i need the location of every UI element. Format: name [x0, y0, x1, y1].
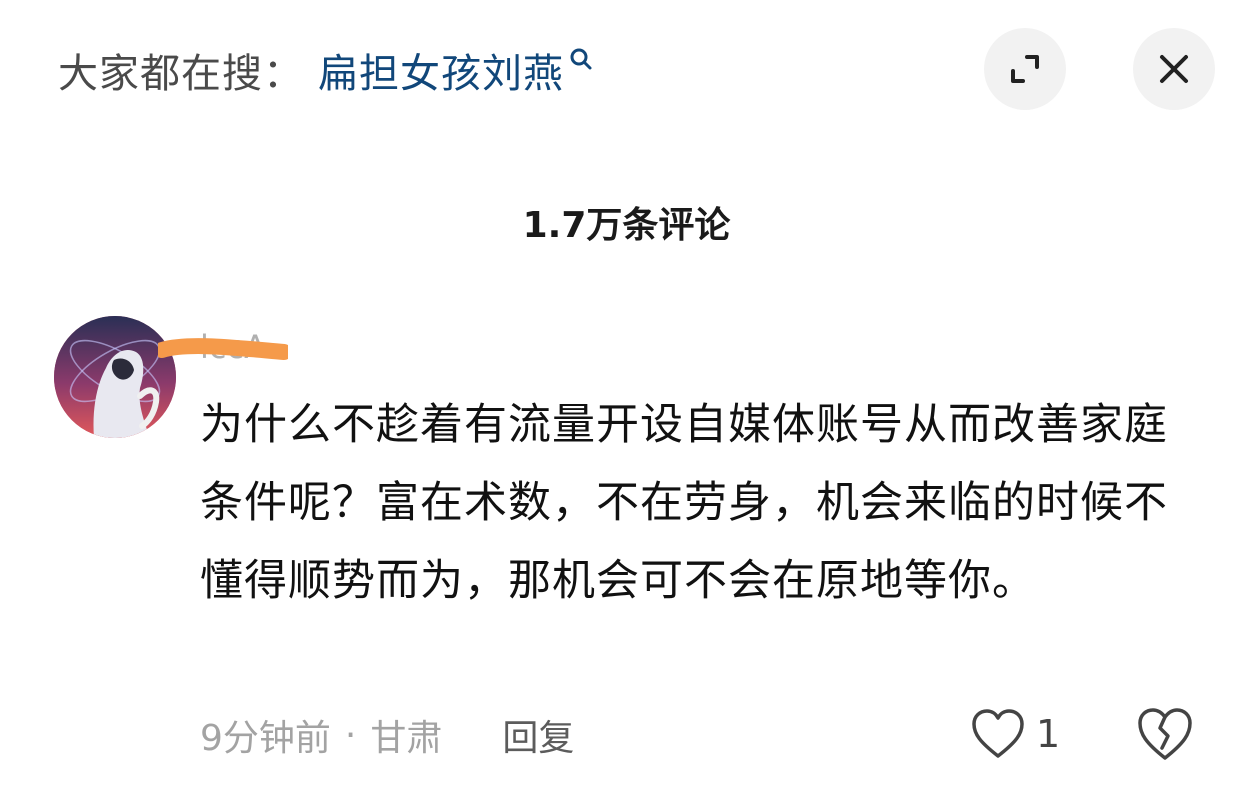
broken-heart-icon[interactable] [1136, 706, 1194, 762]
close-icon [1160, 55, 1188, 83]
comment-location: 甘肃 [370, 718, 443, 759]
close-button[interactable] [1133, 28, 1215, 110]
comment-meta: 9分钟前 · 甘肃 回复 [200, 708, 574, 762]
search-icon [570, 48, 592, 70]
comment-time: 9分钟前 [200, 718, 331, 759]
username-area[interactable]: lccA [158, 322, 298, 372]
comments-count-title: 1.7万条评论 [522, 205, 731, 246]
comment-body: 为什么不趁着有流量开设自媒体账号从而改善家庭条件呢？富在术数，不在劳身，机会来临… [200, 400, 1168, 606]
reply-button[interactable]: 回复 [502, 709, 574, 761]
meta-separator: · [344, 714, 357, 756]
redaction-mark [158, 338, 288, 360]
search-term-link[interactable]: 扁担女孩刘燕 [318, 41, 564, 99]
search-suggestion-bar[interactable]: 大家都在搜： 扁担女孩刘燕 [58, 38, 594, 102]
like-count: 1 [1036, 712, 1061, 756]
expand-button[interactable] [984, 28, 1066, 110]
like-button[interactable]: 1 [970, 704, 1060, 764]
heart-icon [972, 709, 1024, 758]
expand-icon [1011, 55, 1039, 83]
search-prefix-label: 大家都在搜： [58, 51, 304, 97]
